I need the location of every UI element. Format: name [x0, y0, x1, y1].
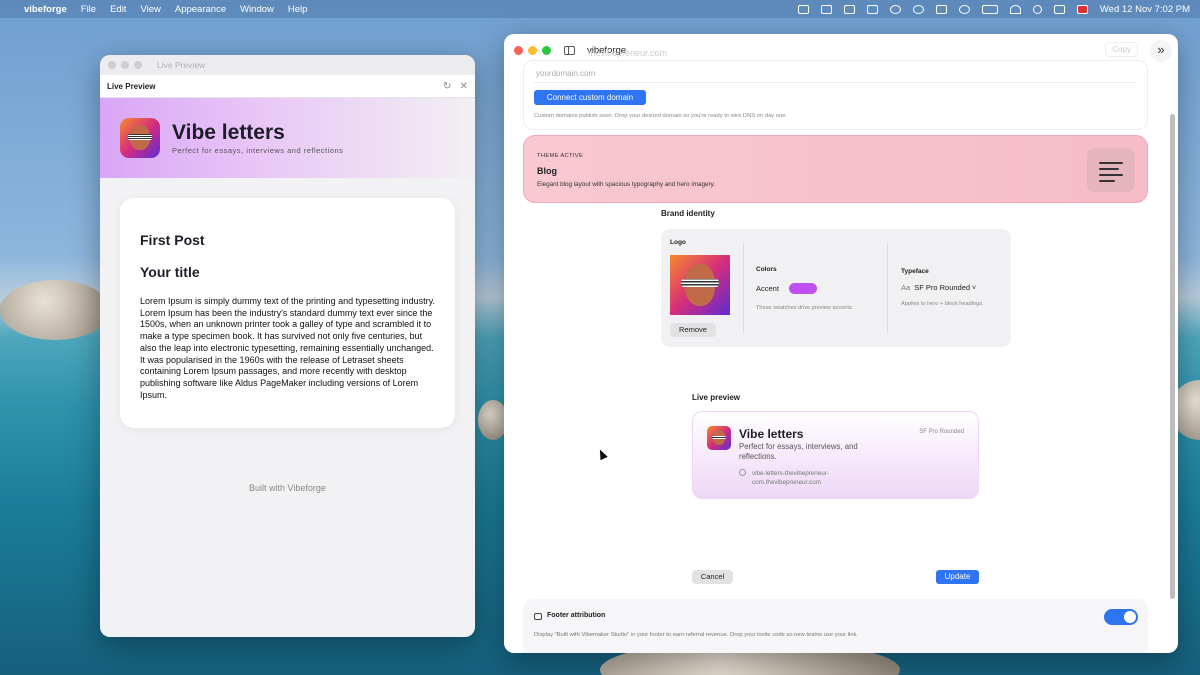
status-icon[interactable]: [797, 4, 809, 14]
cancel-button[interactable]: Cancel: [692, 570, 733, 584]
footer-attribution-description: Display "Built with Vibemaker Studio" in…: [534, 632, 858, 638]
attribution-icon: [534, 613, 542, 620]
status-icon[interactable]: [843, 4, 855, 14]
accent-label: Accent: [756, 284, 779, 293]
colors-note: These swatches drive preview accents.: [756, 305, 854, 311]
hero-title: Vibe letters: [172, 121, 285, 144]
zoom-window-button[interactable]: [134, 61, 142, 69]
preview-font-label: SF Pro Rounded: [919, 429, 964, 435]
close-icon[interactable]: ✕: [460, 81, 468, 92]
update-button[interactable]: Update: [936, 570, 979, 584]
avatar: [120, 118, 160, 158]
minimize-window-button[interactable]: [528, 45, 537, 55]
preview-title: Vibe letters: [739, 427, 804, 441]
menu-help[interactable]: Help: [288, 4, 308, 15]
status-icon[interactable]: [935, 4, 947, 14]
copy-button[interactable]: Copy: [1105, 42, 1138, 57]
globe-icon: [739, 469, 746, 476]
post-title: First Post: [140, 232, 205, 248]
post-subtitle: Your title: [140, 264, 200, 280]
close-window-button[interactable]: [514, 45, 523, 55]
menu-edit[interactable]: Edit: [110, 4, 126, 15]
scrollbar[interactable]: [1170, 114, 1175, 599]
brand-identity-card: Logo Remove Colors Accent These swatches…: [661, 229, 1011, 347]
flag-icon[interactable]: [1076, 4, 1088, 14]
battery-icon[interactable]: [981, 4, 998, 14]
domain-note: Custom domains publish soon. Drop your d…: [534, 113, 788, 119]
theme-kicker: THEME ACTIVE: [537, 153, 584, 159]
hero-banner: Vibe letters Perfect for essays, intervi…: [100, 98, 475, 178]
menu-app-name[interactable]: vibeforge: [24, 4, 67, 15]
text-lines-icon: [1087, 148, 1135, 192]
typeface-note: Applies to hero + block headings.: [901, 301, 984, 307]
preview-url[interactable]: vibe-letters-thevibepreneur- com.thevibe…: [752, 469, 829, 487]
ghost-domain-text: thevibepreneur.com: [588, 48, 668, 58]
divider: [743, 243, 744, 333]
menu-file[interactable]: File: [81, 4, 96, 15]
footer-attribution-card: Footer attribution Display "Built with V…: [523, 599, 1148, 653]
connect-domain-button[interactable]: Connect custom domain: [534, 90, 646, 105]
expand-icon[interactable]: »: [1150, 40, 1172, 62]
logo-image[interactable]: [670, 255, 730, 315]
footer-attribution-toggle[interactable]: [1104, 609, 1138, 625]
live-preview-heading: Live preview: [692, 393, 741, 402]
theme-name: Blog: [537, 166, 557, 176]
typeface-value: SF Pro Rounded: [914, 283, 971, 292]
avatar: [707, 426, 731, 450]
desktop-rock: [0, 280, 110, 340]
window-titlebar: Live Preview: [100, 55, 475, 75]
close-window-button[interactable]: [108, 61, 116, 69]
custom-domain-card: yourdomain.com Connect custom domain Cus…: [523, 60, 1148, 130]
live-preview-window: Live Preview Live Preview ↻ ✕ Vibe lette…: [100, 55, 475, 637]
remove-logo-button[interactable]: Remove: [670, 323, 716, 337]
search-icon[interactable]: [1032, 4, 1042, 14]
live-preview-card: Vibe letters Perfect for essays, intervi…: [692, 411, 979, 499]
preview-url-line: com.thevibepreneur.com: [752, 479, 821, 486]
divider: [887, 243, 888, 333]
hero-subtitle: Perfect for essays, interviews and refle…: [172, 146, 344, 155]
status-icon[interactable]: [866, 4, 878, 14]
brand-identity-heading: Brand identity: [661, 209, 715, 218]
preview-subtitle: Perfect for essays, interviews, and refl…: [739, 442, 858, 461]
preview-toolbar: Live Preview ↻ ✕: [100, 75, 475, 98]
theme-description: Elegant blog layout with spacious typogr…: [537, 181, 716, 188]
menu-appearance[interactable]: Appearance: [175, 4, 226, 15]
sidebar-toggle-icon[interactable]: [564, 45, 575, 55]
refresh-icon[interactable]: ↻: [443, 81, 451, 92]
accent-color-swatch[interactable]: [789, 283, 817, 294]
post-body: Lorem Ipsum is simply dummy text of the …: [140, 296, 435, 400]
colors-label: Colors: [756, 266, 777, 273]
built-with-footer[interactable]: Built with Vibeforge: [100, 483, 475, 493]
menu-clock[interactable]: Wed 12 Nov 7:02 PM: [1100, 4, 1190, 15]
window-title: Live Preview: [157, 60, 206, 70]
wifi-icon[interactable]: [1009, 4, 1021, 14]
status-icon[interactable]: [820, 4, 832, 14]
zoom-window-button[interactable]: [542, 45, 551, 55]
control-center-icon[interactable]: [1053, 4, 1065, 14]
menu-bar: vibeforge File Edit View Appearance Wind…: [0, 0, 1200, 18]
typeface-aa-icon: Aa: [901, 283, 911, 292]
theme-active-card[interactable]: THEME ACTIVE Blog Elegant blog layout wi…: [523, 135, 1148, 203]
status-icon[interactable]: [889, 4, 901, 14]
toolbar-title: Live Preview: [107, 81, 156, 91]
domain-input[interactable]: yourdomain.com: [534, 69, 1137, 83]
status-icon[interactable]: [912, 4, 924, 14]
typeface-label: Typeface: [901, 268, 929, 275]
vibeforge-window: vibeforge thevibepreneur.com Copy » your…: [504, 34, 1178, 653]
logo-label: Logo: [670, 239, 686, 246]
footer-attribution-title: Footer attribution: [547, 612, 606, 619]
window-titlebar: vibeforge thevibepreneur.com Copy »: [504, 34, 1178, 66]
post-card: First Post Your title Lorem Ipsum is sim…: [120, 198, 455, 428]
chevron-down-icon: ˅: [970, 285, 977, 292]
minimize-window-button[interactable]: [121, 61, 129, 69]
preview-url-line: vibe-letters-thevibepreneur-: [752, 470, 829, 477]
menu-view[interactable]: View: [140, 4, 160, 15]
menu-window[interactable]: Window: [240, 4, 274, 15]
user-icon[interactable]: [958, 4, 970, 14]
typeface-select[interactable]: Aa SF Pro Rounded ˅: [901, 283, 976, 292]
